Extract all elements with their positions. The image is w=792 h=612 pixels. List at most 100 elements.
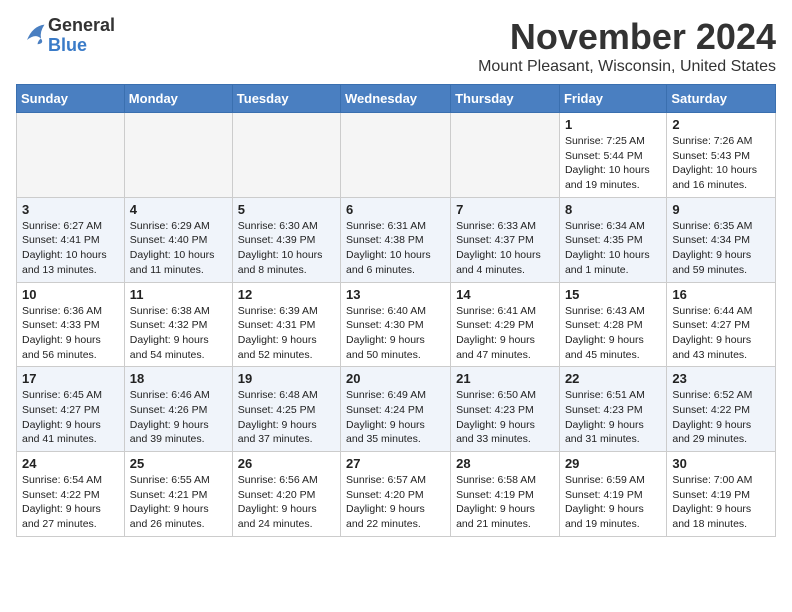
calendar-body: 1Sunrise: 7:25 AM Sunset: 5:44 PM Daylig…	[17, 113, 776, 537]
calendar-day-cell: 29 Sunrise: 6:59 AM Sunset: 4:19 PM Dayli…	[559, 452, 666, 537]
day-number: 20	[346, 371, 445, 386]
day-info: Sunrise: 6:41 AM Sunset: 4:29 PM Dayligh…	[456, 304, 554, 363]
day-number: 27	[346, 456, 445, 471]
day-info: Sunrise: 6:51 AM Sunset: 4:23 PM Dayligh…	[565, 388, 661, 447]
day-info: Sunrise: 6:46 AM Sunset: 4:26 PM Dayligh…	[130, 388, 227, 447]
day-info: Sunrise: 7:25 AM Sunset: 5:44 PM Dayligh…	[565, 134, 661, 193]
calendar-day-cell: 12Sunrise: 6:39 AM Sunset: 4:31 PM Dayli…	[232, 282, 340, 367]
calendar-week-row: 24 Sunrise: 6:54 AM Sunset: 4:22 PM Dayli…	[17, 452, 776, 537]
day-info: Sunrise: 6:50 AM Sunset: 4:23 PM Dayligh…	[456, 388, 554, 447]
calendar-day-cell: 17 Sunrise: 6:45 AM Sunset: 4:27 PM Dayli…	[17, 367, 125, 452]
month-title: November 2024	[478, 16, 776, 58]
day-number: 9	[672, 202, 770, 217]
logo-text: General Blue	[48, 16, 115, 56]
day-number: 6	[346, 202, 445, 217]
day-number: 15	[565, 287, 661, 302]
calendar-day-cell: 4Sunrise: 6:29 AM Sunset: 4:40 PM Daylig…	[124, 197, 232, 282]
day-info: Sunrise: 6:30 AM Sunset: 4:39 PM Dayligh…	[238, 219, 335, 278]
calendar-week-row: 3 Sunrise: 6:27 AM Sunset: 4:41 PM Daylig…	[17, 197, 776, 282]
calendar-day-cell: 20 Sunrise: 6:49 AM Sunset: 4:24 PM Dayli…	[341, 367, 451, 452]
day-info: Sunrise: 6:27 AM Sunset: 4:41 PM Dayligh…	[22, 219, 119, 278]
calendar-day-cell: 3 Sunrise: 6:27 AM Sunset: 4:41 PM Daylig…	[17, 197, 125, 282]
day-number: 25	[130, 456, 227, 471]
weekday-header-cell: Monday	[124, 85, 232, 113]
day-number: 8	[565, 202, 661, 217]
day-number: 5	[238, 202, 335, 217]
day-info: Sunrise: 6:36 AM Sunset: 4:33 PM Dayligh…	[22, 304, 119, 363]
calendar-day-cell: 11 Sunrise: 6:38 AM Sunset: 4:32 PM Dayli…	[124, 282, 232, 367]
weekday-header-cell: Thursday	[451, 85, 560, 113]
calendar-day-cell: 28Sunrise: 6:58 AM Sunset: 4:19 PM Dayli…	[451, 452, 560, 537]
day-info: Sunrise: 6:29 AM Sunset: 4:40 PM Dayligh…	[130, 219, 227, 278]
day-number: 3	[22, 202, 119, 217]
day-info: Sunrise: 7:26 AM Sunset: 5:43 PM Dayligh…	[672, 134, 770, 193]
calendar-day-cell: 25Sunrise: 6:55 AM Sunset: 4:21 PM Dayli…	[124, 452, 232, 537]
day-number: 22	[565, 371, 661, 386]
logo: General Blue	[16, 16, 115, 56]
calendar-day-cell: 22 Sunrise: 6:51 AM Sunset: 4:23 PM Dayli…	[559, 367, 666, 452]
day-info: Sunrise: 6:39 AM Sunset: 4:31 PM Dayligh…	[238, 304, 335, 363]
day-info: Sunrise: 6:38 AM Sunset: 4:32 PM Dayligh…	[130, 304, 227, 363]
calendar-day-cell: 1Sunrise: 7:25 AM Sunset: 5:44 PM Daylig…	[559, 113, 666, 198]
calendar-day-cell: 10 Sunrise: 6:36 AM Sunset: 4:33 PM Dayli…	[17, 282, 125, 367]
day-number: 21	[456, 371, 554, 386]
day-info: Sunrise: 6:49 AM Sunset: 4:24 PM Dayligh…	[346, 388, 445, 447]
calendar-day-cell: 19 Sunrise: 6:48 AM Sunset: 4:25 PM Dayli…	[232, 367, 340, 452]
calendar-day-cell	[232, 113, 340, 198]
calendar-day-cell: 8 Sunrise: 6:34 AM Sunset: 4:35 PM Daylig…	[559, 197, 666, 282]
day-number: 29	[565, 456, 661, 471]
day-number: 30	[672, 456, 770, 471]
day-number: 11	[130, 287, 227, 302]
weekday-header-row: SundayMondayTuesdayWednesdayThursdayFrid…	[17, 85, 776, 113]
calendar-week-row: 17 Sunrise: 6:45 AM Sunset: 4:27 PM Dayli…	[17, 367, 776, 452]
calendar-day-cell: 27 Sunrise: 6:57 AM Sunset: 4:20 PM Dayli…	[341, 452, 451, 537]
calendar-day-cell: 23 Sunrise: 6:52 AM Sunset: 4:22 PM Dayli…	[667, 367, 776, 452]
day-info: Sunrise: 6:35 AM Sunset: 4:34 PM Dayligh…	[672, 219, 770, 278]
day-info: Sunrise: 6:56 AM Sunset: 4:20 PM Dayligh…	[238, 473, 335, 532]
day-info: Sunrise: 6:40 AM Sunset: 4:30 PM Dayligh…	[346, 304, 445, 363]
day-number: 10	[22, 287, 119, 302]
page-header: General Blue November 2024 Mount Pleasan…	[16, 16, 776, 76]
day-info: Sunrise: 6:54 AM Sunset: 4:22 PM Dayligh…	[22, 473, 119, 532]
calendar-day-cell	[451, 113, 560, 198]
day-number: 7	[456, 202, 554, 217]
day-info: Sunrise: 7:00 AM Sunset: 4:19 PM Dayligh…	[672, 473, 770, 532]
calendar-table: SundayMondayTuesdayWednesdayThursdayFrid…	[16, 84, 776, 537]
day-number: 13	[346, 287, 445, 302]
calendar-day-cell	[341, 113, 451, 198]
day-info: Sunrise: 6:45 AM Sunset: 4:27 PM Dayligh…	[22, 388, 119, 447]
calendar-day-cell: 24 Sunrise: 6:54 AM Sunset: 4:22 PM Dayli…	[17, 452, 125, 537]
calendar-day-cell: 15Sunrise: 6:43 AM Sunset: 4:28 PM Dayli…	[559, 282, 666, 367]
day-info: Sunrise: 6:59 AM Sunset: 4:19 PM Dayligh…	[565, 473, 661, 532]
calendar-day-cell: 16 Sunrise: 6:44 AM Sunset: 4:27 PM Dayli…	[667, 282, 776, 367]
day-info: Sunrise: 6:34 AM Sunset: 4:35 PM Dayligh…	[565, 219, 661, 278]
calendar-week-row: 1Sunrise: 7:25 AM Sunset: 5:44 PM Daylig…	[17, 113, 776, 198]
day-number: 16	[672, 287, 770, 302]
calendar-day-cell: 9 Sunrise: 6:35 AM Sunset: 4:34 PM Daylig…	[667, 197, 776, 282]
day-info: Sunrise: 6:57 AM Sunset: 4:20 PM Dayligh…	[346, 473, 445, 532]
calendar-day-cell	[17, 113, 125, 198]
calendar-day-cell: 6Sunrise: 6:31 AM Sunset: 4:38 PM Daylig…	[341, 197, 451, 282]
day-number: 23	[672, 371, 770, 386]
calendar-day-cell: 18Sunrise: 6:46 AM Sunset: 4:26 PM Dayli…	[124, 367, 232, 452]
day-info: Sunrise: 6:44 AM Sunset: 4:27 PM Dayligh…	[672, 304, 770, 363]
day-number: 14	[456, 287, 554, 302]
calendar-day-cell: 30 Sunrise: 7:00 AM Sunset: 4:19 PM Dayli…	[667, 452, 776, 537]
calendar-day-cell	[124, 113, 232, 198]
weekday-header-cell: Sunday	[17, 85, 125, 113]
day-info: Sunrise: 6:33 AM Sunset: 4:37 PM Dayligh…	[456, 219, 554, 278]
calendar-day-cell: 7 Sunrise: 6:33 AM Sunset: 4:37 PM Daylig…	[451, 197, 560, 282]
day-number: 24	[22, 456, 119, 471]
logo-bird-icon	[20, 19, 48, 47]
weekday-header-cell: Tuesday	[232, 85, 340, 113]
weekday-header-cell: Wednesday	[341, 85, 451, 113]
day-number: 17	[22, 371, 119, 386]
weekday-header-cell: Saturday	[667, 85, 776, 113]
calendar-day-cell: 14 Sunrise: 6:41 AM Sunset: 4:29 PM Dayli…	[451, 282, 560, 367]
day-number: 2	[672, 117, 770, 132]
location-title: Mount Pleasant, Wisconsin, United States	[478, 58, 776, 76]
day-info: Sunrise: 6:52 AM Sunset: 4:22 PM Dayligh…	[672, 388, 770, 447]
day-number: 19	[238, 371, 335, 386]
calendar-day-cell: 13 Sunrise: 6:40 AM Sunset: 4:30 PM Dayli…	[341, 282, 451, 367]
day-info: Sunrise: 6:48 AM Sunset: 4:25 PM Dayligh…	[238, 388, 335, 447]
